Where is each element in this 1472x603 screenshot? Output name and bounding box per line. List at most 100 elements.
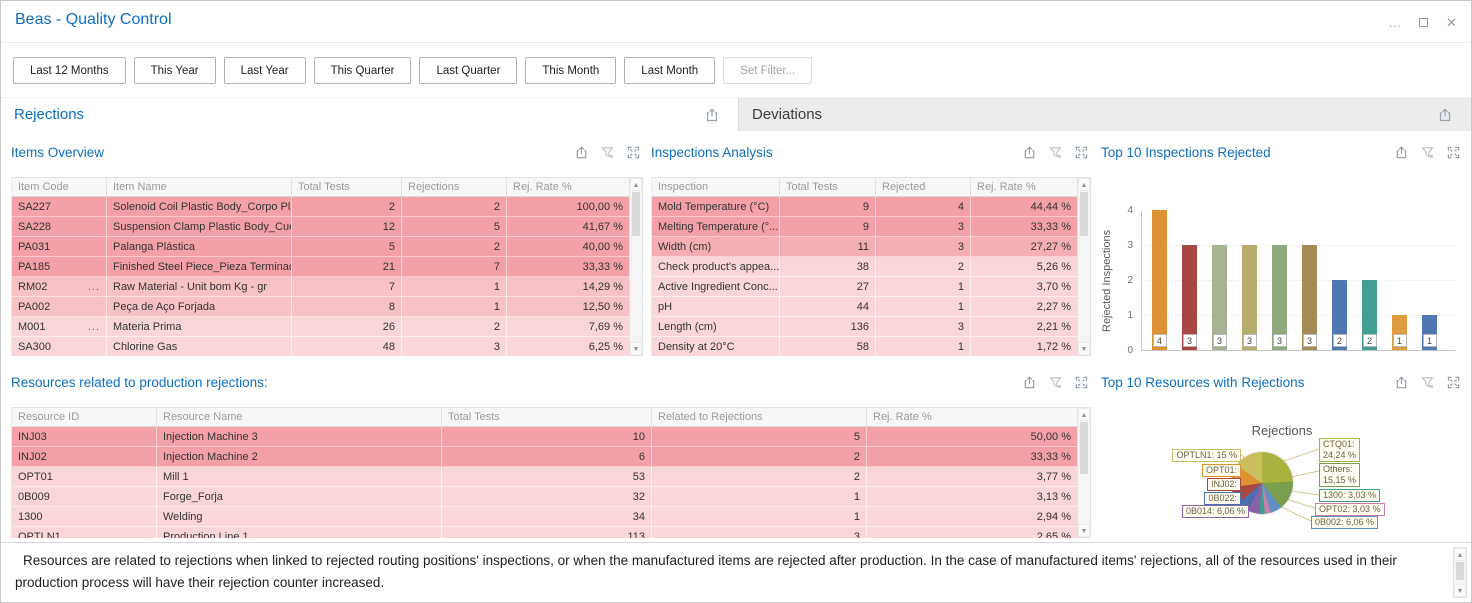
bar-9[interactable]: 1: [1422, 315, 1437, 350]
column-header[interactable]: Related to Rejections: [652, 408, 867, 427]
items-table-scrollbar[interactable]: ▲ ▼: [629, 177, 643, 356]
tab-deviations[interactable]: Deviations: [738, 98, 1471, 132]
table-row[interactable]: SA228Suspension Clamp Plastic Body_Cue..…: [12, 217, 629, 237]
filter-button-this-year[interactable]: This Year: [134, 57, 216, 84]
tab-rejections[interactable]: Rejections: [1, 98, 738, 132]
table-row[interactable]: 1300Welding3412,94 %: [12, 507, 1077, 527]
scroll-down-icon[interactable]: ▼: [1078, 524, 1090, 537]
filter-button-last-month[interactable]: Last Month: [624, 57, 715, 84]
scroll-down-icon[interactable]: ▼: [1078, 342, 1090, 355]
bar-8[interactable]: 1: [1392, 315, 1407, 350]
scroll-track[interactable]: [630, 237, 642, 342]
scroll-thumb[interactable]: [1456, 562, 1464, 580]
filter-clear-icon[interactable]: [1048, 145, 1063, 160]
table-row[interactable]: INJ03Injection Machine 310550,00 %: [12, 427, 1077, 447]
table-row[interactable]: PA002Peça de Aço Forjada8112,50 %: [12, 297, 629, 317]
scroll-track[interactable]: [1078, 475, 1090, 524]
table-row[interactable]: SA227Solenoid Coil Plastic Body_Corpo Pl…: [12, 197, 629, 217]
expand-icon[interactable]: [1074, 145, 1089, 160]
scroll-track[interactable]: [1078, 237, 1090, 342]
table-cell: Finished Steel Piece_Pieza Terminad...: [107, 257, 292, 277]
more-indicator[interactable]: ...: [88, 277, 100, 297]
scroll-up-icon[interactable]: ▲: [1078, 178, 1090, 191]
column-header[interactable]: Rej. Rate %: [971, 178, 1077, 197]
column-header[interactable]: Item Code: [12, 178, 107, 197]
table-row[interactable]: pH4412,27 %: [652, 297, 1077, 317]
filter-clear-icon[interactable]: [1420, 145, 1435, 160]
scroll-thumb[interactable]: [1080, 192, 1088, 236]
column-header[interactable]: Total Tests: [442, 408, 652, 427]
column-header[interactable]: Inspection: [652, 178, 780, 197]
bar-1[interactable]: 3: [1182, 245, 1197, 350]
table-row[interactable]: RM02...Raw Material - Unit bom Kg - gr71…: [12, 277, 629, 297]
table-row[interactable]: M001...Materia Prima2627,69 %: [12, 317, 629, 337]
table-row[interactable]: Check product's appea...3825,26 %: [652, 257, 1077, 277]
table-cell: 1: [402, 277, 507, 297]
bar-0[interactable]: 4: [1152, 210, 1167, 350]
column-header[interactable]: Total Tests: [292, 178, 402, 197]
export-icon[interactable]: [1437, 107, 1453, 128]
table-row[interactable]: OPT01Mill 15323,77 %: [12, 467, 1077, 487]
inspections-table-scrollbar[interactable]: ▲ ▼: [1077, 177, 1091, 356]
expand-icon[interactable]: [1446, 145, 1461, 160]
column-header[interactable]: Rej. Rate %: [507, 178, 629, 197]
column-header[interactable]: Resource Name: [157, 408, 442, 427]
scroll-thumb[interactable]: [1080, 422, 1088, 474]
filter-button-last-12-months[interactable]: Last 12 Months: [13, 57, 126, 84]
scroll-up-icon[interactable]: ▲: [630, 178, 642, 191]
table-row[interactable]: INJ02Injection Machine 26233,33 %: [12, 447, 1077, 467]
filter-clear-icon[interactable]: [600, 145, 615, 160]
expand-icon[interactable]: [1446, 375, 1461, 390]
maximize-button[interactable]: [1419, 16, 1428, 29]
table-row[interactable]: 0B009Forge_Forja3213,13 %: [12, 487, 1077, 507]
column-header[interactable]: Rejections: [402, 178, 507, 197]
table-row[interactable]: Density at 20°C5811,72 %: [652, 337, 1077, 356]
table-row[interactable]: PA031Palanga Plástica5240,00 %: [12, 237, 629, 257]
column-header[interactable]: Item Name: [107, 178, 292, 197]
bar-7[interactable]: 2: [1362, 280, 1377, 350]
scroll-up-icon[interactable]: ▲: [1454, 548, 1466, 561]
panel-title: Inspections Analysis: [651, 145, 773, 160]
bar-4[interactable]: 3: [1272, 245, 1287, 350]
export-icon[interactable]: [1022, 145, 1037, 160]
table-row[interactable]: Active Ingredient Conc...2713,70 %: [652, 277, 1077, 297]
expand-icon[interactable]: [626, 145, 641, 160]
close-button[interactable]: ✕: [1446, 16, 1457, 29]
table-row[interactable]: SA300Chlorine Gas4836,25 %: [12, 337, 629, 356]
bar-5[interactable]: 3: [1302, 245, 1317, 350]
export-icon[interactable]: [1394, 375, 1409, 390]
table-row[interactable]: OPTLN1Production Line 111332,65 %: [12, 527, 1077, 538]
bar-6[interactable]: 2: [1332, 280, 1347, 350]
table-row[interactable]: Width (cm)11327,27 %: [652, 237, 1077, 257]
column-header[interactable]: Total Tests: [780, 178, 876, 197]
filter-clear-icon[interactable]: [1420, 375, 1435, 390]
export-icon[interactable]: [704, 107, 720, 128]
filter-button-last-year[interactable]: Last Year: [224, 57, 306, 84]
scroll-down-icon[interactable]: ▼: [1454, 584, 1466, 597]
export-icon[interactable]: [574, 145, 589, 160]
scroll-thumb[interactable]: [632, 192, 640, 236]
table-row[interactable]: Melting Temperature (°...9333,33 %: [652, 217, 1077, 237]
resources-table-scrollbar[interactable]: ▲ ▼: [1077, 407, 1091, 538]
bar-2[interactable]: 3: [1212, 245, 1227, 350]
footer-scrollbar[interactable]: ▲ ▼: [1453, 547, 1467, 598]
bar-3[interactable]: 3: [1242, 245, 1257, 350]
filter-button-this-month[interactable]: This Month: [525, 57, 616, 84]
table-row[interactable]: Mold Temperature (°C)9444,44 %: [652, 197, 1077, 217]
filter-clear-icon[interactable]: [1048, 375, 1063, 390]
filter-button-last-quarter[interactable]: Last Quarter: [419, 57, 517, 84]
more-indicator[interactable]: ...: [88, 317, 100, 337]
table-row[interactable]: PA185Finished Steel Piece_Pieza Terminad…: [12, 257, 629, 277]
column-header[interactable]: Rejected: [876, 178, 971, 197]
set-filter-button[interactable]: Set Filter...: [723, 57, 812, 84]
scroll-up-icon[interactable]: ▲: [1078, 408, 1090, 421]
table-row[interactable]: Length (cm)13632,21 %: [652, 317, 1077, 337]
export-icon[interactable]: [1394, 145, 1409, 160]
more-button[interactable]: …: [1388, 16, 1401, 29]
export-icon[interactable]: [1022, 375, 1037, 390]
filter-button-this-quarter[interactable]: This Quarter: [314, 57, 412, 84]
expand-icon[interactable]: [1074, 375, 1089, 390]
column-header[interactable]: Resource ID: [12, 408, 157, 427]
scroll-down-icon[interactable]: ▼: [630, 342, 642, 355]
column-header[interactable]: Rej. Rate %: [867, 408, 1077, 427]
